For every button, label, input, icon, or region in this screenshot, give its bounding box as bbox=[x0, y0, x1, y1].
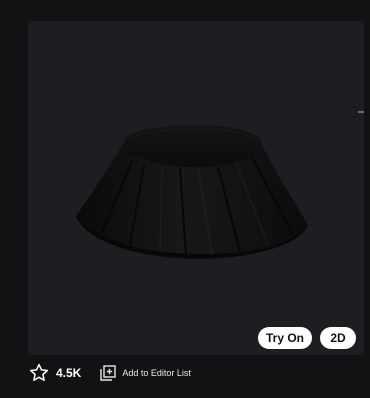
star-outline-icon[interactable] bbox=[28, 362, 50, 384]
favorite-count: 4.5K bbox=[56, 366, 82, 380]
add-to-list-icon[interactable] bbox=[98, 363, 118, 383]
preview-edge-mark bbox=[358, 111, 364, 113]
item-detail-page: Try On 2D 4.5K Add to Editor List bbox=[0, 0, 370, 398]
view-2d-button[interactable]: 2D bbox=[320, 327, 356, 349]
item-3d-preview[interactable]: Try On 2D bbox=[28, 21, 364, 355]
item-actions-bar: 4.5K Add to Editor List bbox=[28, 361, 191, 385]
skirt-3d-model bbox=[76, 125, 308, 259]
add-to-editor-list-label: Add to Editor List bbox=[122, 368, 191, 378]
add-to-editor-list-button[interactable]: Add to Editor List bbox=[98, 363, 191, 383]
try-on-button[interactable]: Try On bbox=[258, 327, 312, 349]
favorite-button[interactable]: 4.5K bbox=[28, 362, 81, 384]
